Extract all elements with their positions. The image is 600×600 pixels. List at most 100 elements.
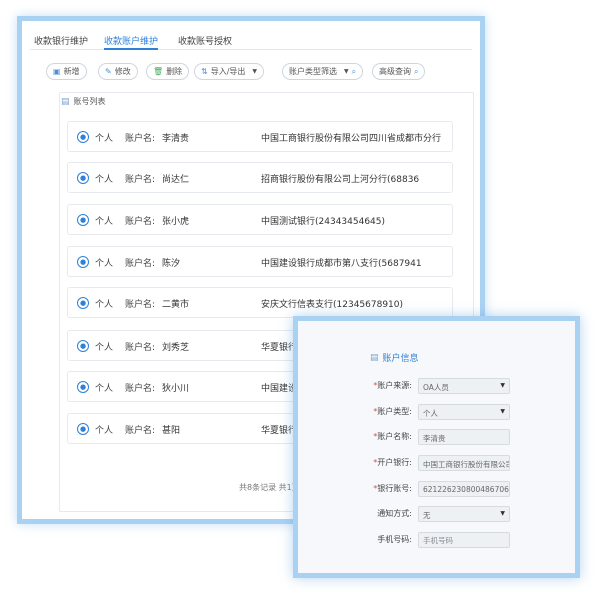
field-label: 开户银行: bbox=[377, 458, 412, 467]
field-label: 账户类型: bbox=[377, 407, 412, 416]
add-icon: ▣ bbox=[53, 67, 61, 76]
account-name: 狄小川 bbox=[162, 384, 190, 394]
tab-account-authorization[interactable]: 收款账号授权 bbox=[178, 34, 232, 50]
account-name: 张小虎 bbox=[162, 217, 190, 227]
chevron-down-icon: ▼ bbox=[344, 68, 349, 75]
toolbar: ▣ 新增 ✎ 修改 🗑 删除 ⇅ 导入/导出 ▼ 账户类型筛选 ▼ ⌕ 高级查询… bbox=[42, 63, 460, 81]
account-name: 陈汐 bbox=[162, 259, 181, 269]
chevron-down-icon: ▼ bbox=[500, 408, 505, 415]
document-icon: ▤ bbox=[370, 352, 379, 363]
dialog-title-text: 账户信息 bbox=[382, 354, 419, 364]
field-label: 通知方式: bbox=[377, 509, 412, 518]
table-row[interactable]: ● 个人 账户名: 张小虎 中国测试银行(24343454645) bbox=[67, 204, 453, 235]
account-name: 甚阳 bbox=[162, 426, 181, 436]
account-info-dialog: ▤ 账户信息 *账户来源: OA人员 ▼ *账户类型: 个人 ▼ *账户名称: … bbox=[293, 316, 580, 578]
account-name-label: 账户名: bbox=[125, 343, 156, 353]
field-account-number: *银行账号: 6212262308004867060 bbox=[334, 481, 574, 497]
account-name-label: 账户名: bbox=[125, 134, 156, 144]
list-title: 账号列表 bbox=[73, 97, 106, 106]
delete-button[interactable]: 🗑 删除 bbox=[146, 63, 190, 80]
field-label: 账户名称: bbox=[377, 432, 412, 441]
field-value: OA人员 bbox=[423, 383, 449, 392]
account-type: 个人 bbox=[95, 343, 114, 353]
account-name-label: 账户名: bbox=[125, 300, 156, 310]
user-icon: ● bbox=[77, 381, 89, 393]
user-icon: ● bbox=[77, 423, 89, 435]
trash-icon: 🗑 bbox=[153, 67, 164, 76]
dialog-title: ▤ 账户信息 bbox=[370, 351, 419, 365]
bank-name: 中国建设银行成都市第八支行(5687941 bbox=[261, 259, 422, 269]
table-row[interactable]: ● 个人 账户名: 李清贵 中国工商银行股份有限公司四川省成都市分行 bbox=[67, 121, 453, 152]
user-icon: ● bbox=[77, 214, 89, 226]
field-account-name: *账户名称: 李清贵 bbox=[334, 429, 574, 445]
edit-icon: ✎ bbox=[105, 67, 112, 76]
field-bank: *开户银行: 中国工商银行股份有限公司 bbox=[334, 455, 574, 471]
account-name: 二黄市 bbox=[162, 300, 190, 310]
advanced-search-label: 高级查询 bbox=[379, 67, 411, 76]
account-type-filter-label: 账户类型筛选 bbox=[289, 67, 337, 76]
search-icon: ⌕ bbox=[414, 66, 419, 76]
advanced-search-button[interactable]: 高级查询 ⌕ bbox=[372, 63, 426, 80]
account-type: 个人 bbox=[95, 426, 114, 436]
list-icon: ▤ bbox=[61, 96, 70, 107]
account-name-label: 账户名: bbox=[125, 217, 156, 227]
delete-button-label: 删除 bbox=[166, 67, 183, 76]
account-type: 个人 bbox=[95, 259, 114, 269]
account-type-filter[interactable]: 账户类型筛选 ▼ ⌕ bbox=[282, 63, 364, 80]
search-icon[interactable]: ⌕ bbox=[352, 67, 356, 77]
field-label: 银行账号: bbox=[377, 484, 412, 493]
field-notify-method: 通知方式: 无 ▼ bbox=[334, 506, 574, 522]
user-icon: ● bbox=[77, 131, 89, 143]
account-type: 个人 bbox=[95, 300, 114, 310]
account-name: 刘秀芝 bbox=[162, 343, 190, 353]
account-name-label: 账户名: bbox=[125, 175, 156, 185]
import-export-button-label: 导入/导出 bbox=[210, 67, 246, 76]
bank-name: 招商银行股份有限公司上河分行(68836 bbox=[261, 175, 420, 185]
account-type: 个人 bbox=[95, 384, 114, 394]
tab-account-maintenance[interactable]: 收款账户维护 bbox=[104, 34, 159, 50]
bank-name: 中国测试银行(24343454645) bbox=[261, 217, 386, 227]
field-value: 个人 bbox=[423, 409, 438, 418]
table-row[interactable]: ● 个人 账户名: 二黄市 安庆文行信表支行(12345678910) bbox=[67, 287, 453, 318]
account-name: 李清贵 bbox=[162, 134, 190, 144]
chevron-down-icon: ▼ bbox=[500, 382, 505, 389]
field-label: 账户来源: bbox=[377, 381, 412, 390]
user-icon: ● bbox=[77, 340, 89, 352]
tab-bar: 收款银行维护 收款账户维护 收款账号授权 bbox=[30, 30, 472, 50]
field-account-type: *账户类型: 个人 ▼ bbox=[334, 404, 574, 420]
edit-button[interactable]: ✎ 修改 bbox=[98, 63, 138, 80]
import-export-button[interactable]: ⇅ 导入/导出 ▼ bbox=[194, 63, 265, 80]
account-type-select[interactable]: 个人 ▼ bbox=[418, 404, 510, 420]
chevron-down-icon: ▼ bbox=[252, 68, 258, 75]
list-header: ▤ 账号列表 bbox=[61, 96, 106, 107]
account-name-label: 账户名: bbox=[125, 426, 156, 436]
account-type: 个人 bbox=[95, 217, 114, 227]
phone-input[interactable] bbox=[418, 532, 510, 548]
pagination-summary: 共8条记录 共1页 bbox=[239, 483, 300, 492]
field-phone: 手机号码: bbox=[334, 532, 574, 548]
bank-name: 安庆文行信表支行(12345678910) bbox=[261, 300, 404, 310]
account-name-label: 账户名: bbox=[125, 259, 156, 269]
field-label: 手机号码: bbox=[377, 535, 412, 544]
bank-name: 中国工商银行股份有限公司四川省成都市分行 bbox=[261, 134, 442, 144]
tab-bank-maintenance[interactable]: 收款银行维护 bbox=[34, 34, 88, 50]
account-name: 尚达仁 bbox=[162, 175, 190, 185]
field-value: 无 bbox=[423, 511, 431, 520]
add-button-label: 新增 bbox=[63, 67, 80, 76]
account-type: 个人 bbox=[95, 134, 114, 144]
table-row[interactable]: ● 个人 账户名: 陈汐 中国建设银行成都市第八支行(5687941 bbox=[67, 246, 453, 277]
user-icon: ● bbox=[77, 172, 89, 184]
table-row[interactable]: ● 个人 账户名: 尚达仁 招商银行股份有限公司上河分行(68836 bbox=[67, 162, 453, 193]
field-account-source: *账户来源: OA人员 ▼ bbox=[334, 378, 574, 394]
account-source-select[interactable]: OA人员 ▼ bbox=[418, 378, 510, 394]
account-number-input[interactable]: 6212262308004867060 bbox=[418, 481, 510, 497]
edit-button-label: 修改 bbox=[114, 67, 131, 76]
account-name-label: 账户名: bbox=[125, 384, 156, 394]
chevron-down-icon: ▼ bbox=[500, 510, 505, 517]
user-icon: ● bbox=[77, 256, 89, 268]
import-export-icon: ⇅ bbox=[201, 67, 208, 76]
account-name-input[interactable]: 李清贵 bbox=[418, 429, 510, 445]
add-button[interactable]: ▣ 新增 bbox=[46, 63, 87, 80]
bank-input[interactable]: 中国工商银行股份有限公司 bbox=[418, 455, 510, 471]
notify-method-select[interactable]: 无 ▼ bbox=[418, 506, 510, 522]
